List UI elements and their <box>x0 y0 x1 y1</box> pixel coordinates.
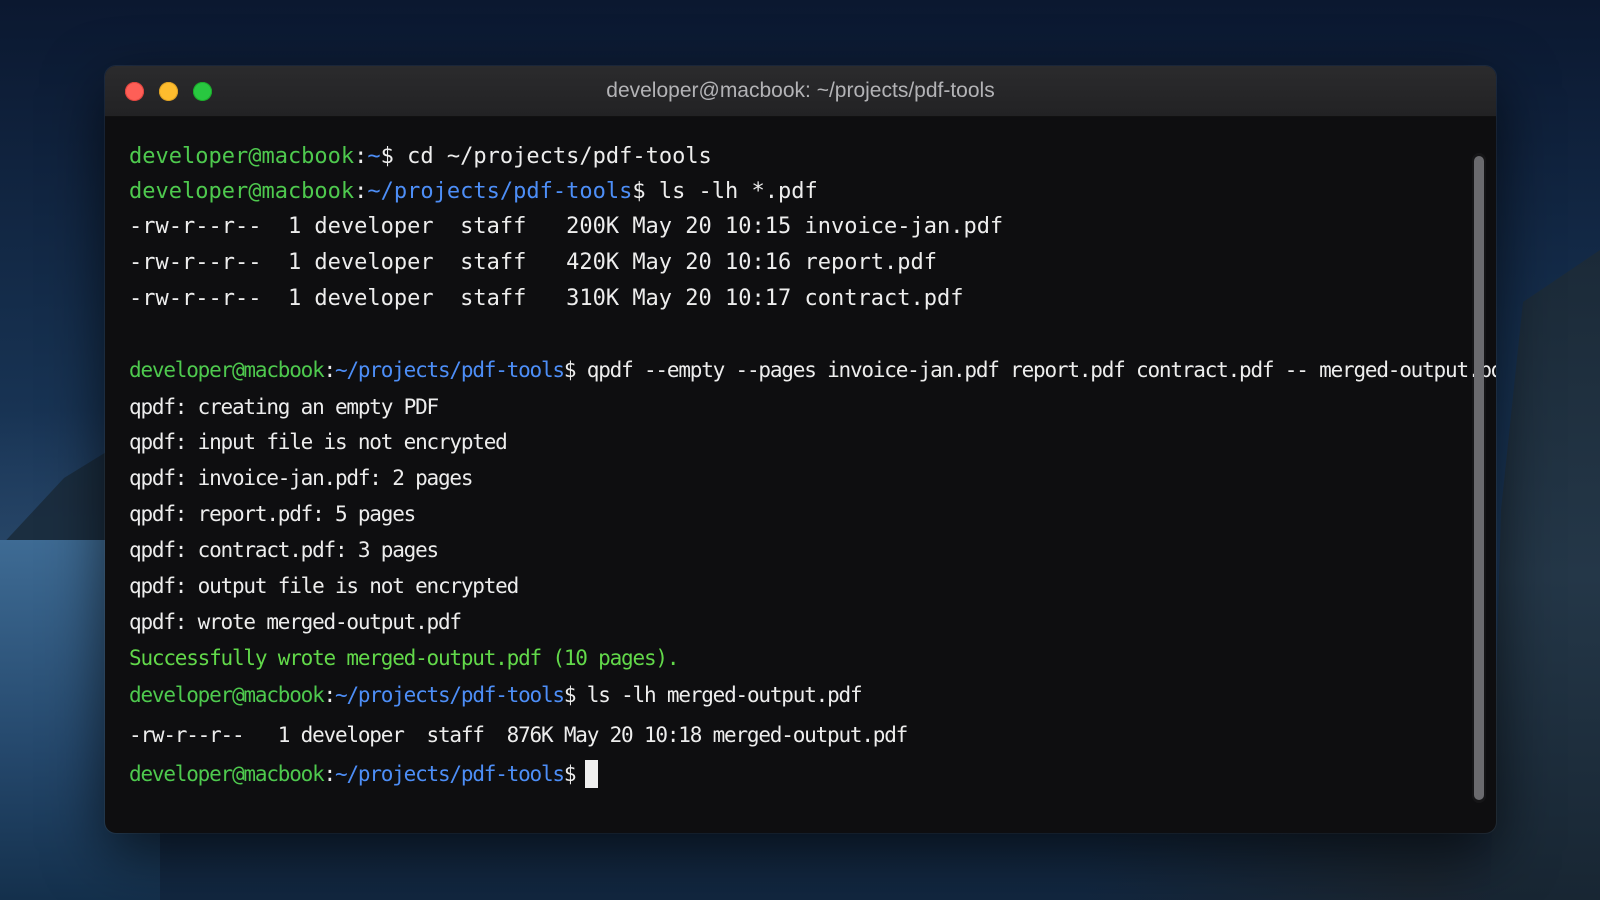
terminal-output-line: qpdf: wrote merged-output.pdf <box>129 610 462 634</box>
terminal-success-line: Successfully wrote merged-output.pdf (10… <box>129 646 679 670</box>
terminal-window: developer@macbook: ~/projects/pdf-tools … <box>105 66 1496 833</box>
terminal-output-line: -rw-r--r-- 1 developer staff 876K May 20… <box>129 723 908 747</box>
prompt-user: developer@macbook <box>129 358 325 382</box>
prompt-user: developer@macbook <box>129 683 325 707</box>
terminal-output-line: qpdf: input file is not encrypted <box>129 430 508 454</box>
prompt-path: ~/projects/pdf-tools <box>335 683 565 707</box>
prompt-user: developer@macbook <box>129 179 355 204</box>
terminal-prompt-line: developer@macbook:~/projects/pdf-tools$ … <box>129 354 1496 386</box>
text-cursor <box>585 760 599 788</box>
terminal-active-prompt-line[interactable]: developer@macbook:~/projects/pdf-tools$ <box>129 758 599 790</box>
prompt-command: ls -lh merged-output.pdf <box>575 683 863 707</box>
prompt-symbol: $ <box>563 358 577 382</box>
window-titlebar[interactable]: developer@macbook: ~/projects/pdf-tools <box>105 66 1496 117</box>
prompt-separator: : <box>354 144 368 169</box>
desktop-wallpaper-rocks <box>1490 250 1600 900</box>
terminal-prompt-line: developer@macbook:~/projects/pdf-tools$ … <box>129 176 818 208</box>
terminal-output-line: qpdf: invoice-jan.pdf: 2 pages <box>129 466 473 490</box>
prompt-command: ls -lh *.pdf <box>645 179 818 204</box>
prompt-command: cd ~/projects/pdf-tools <box>393 144 712 169</box>
prompt-symbol: $ <box>632 179 646 204</box>
terminal-prompt-line: developer@macbook:~$ cd ~/projects/pdf-t… <box>129 141 712 173</box>
prompt-user: developer@macbook <box>129 144 355 169</box>
terminal-output-line: qpdf: contract.pdf: 3 pages <box>129 538 439 562</box>
prompt-separator: : <box>323 683 337 707</box>
terminal-scrollbar[interactable] <box>1472 153 1486 803</box>
prompt-symbol: $ <box>380 144 394 169</box>
terminal-output-line: -rw-r--r-- 1 developer staff 310K May 20… <box>129 286 964 311</box>
prompt-user: developer@macbook <box>129 762 325 786</box>
prompt-separator: : <box>323 762 337 786</box>
terminal-output[interactable]: developer@macbook:~$ cd ~/projects/pdf-t… <box>129 141 1496 833</box>
window-title: developer@macbook: ~/projects/pdf-tools <box>606 79 995 102</box>
terminal-output-line: -rw-r--r-- 1 developer staff 200K May 20… <box>129 214 1004 239</box>
terminal-output-line: -rw-r--r-- 1 developer staff 420K May 20… <box>129 250 937 275</box>
scrollbar-thumb[interactable] <box>1474 156 1484 800</box>
prompt-separator: : <box>323 358 337 382</box>
prompt-command: qpdf --empty --pages invoice-jan.pdf rep… <box>575 358 1496 382</box>
prompt-symbol: $ <box>563 762 577 786</box>
terminal-output-line: qpdf: report.pdf: 5 pages <box>129 502 416 526</box>
terminal-prompt-line: developer@macbook:~/projects/pdf-tools$ … <box>129 679 863 711</box>
prompt-separator: : <box>354 179 368 204</box>
prompt-symbol: $ <box>563 683 577 707</box>
prompt-path: ~/projects/pdf-tools <box>335 358 565 382</box>
prompt-path: ~/projects/pdf-tools <box>367 179 633 204</box>
terminal-output-line: qpdf: output file is not encrypted <box>129 574 519 598</box>
terminal-output-line: qpdf: creating an empty PDF <box>129 395 439 419</box>
prompt-path: ~/projects/pdf-tools <box>335 762 565 786</box>
prompt-path: ~ <box>367 144 381 169</box>
